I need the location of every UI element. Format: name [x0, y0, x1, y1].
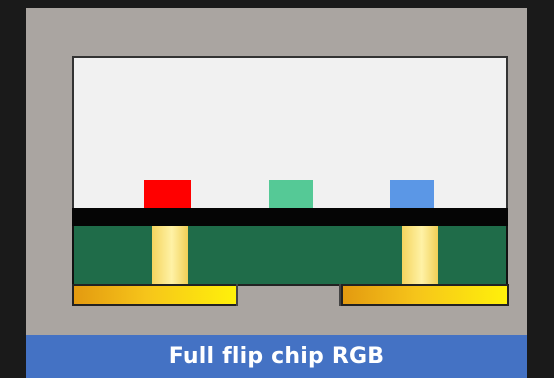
right-solder-pad — [341, 284, 509, 306]
left-solder-pad — [72, 284, 238, 306]
blue-chip — [390, 180, 434, 210]
pad-gap-line — [238, 284, 341, 286]
substrate-board — [72, 226, 508, 284]
pad-gap-right-edge — [339, 284, 341, 306]
red-chip — [144, 180, 191, 210]
left-via — [152, 226, 188, 284]
right-via — [402, 226, 438, 284]
pad-gap-left-edge — [236, 284, 238, 306]
green-chip — [269, 180, 313, 210]
caption-bar: Full flip chip RGB — [26, 335, 527, 378]
caption-text: Full flip chip RGB — [168, 344, 385, 369]
diagram-stage: Full flip chip RGB — [0, 0, 554, 378]
black-matrix-layer — [72, 208, 508, 226]
